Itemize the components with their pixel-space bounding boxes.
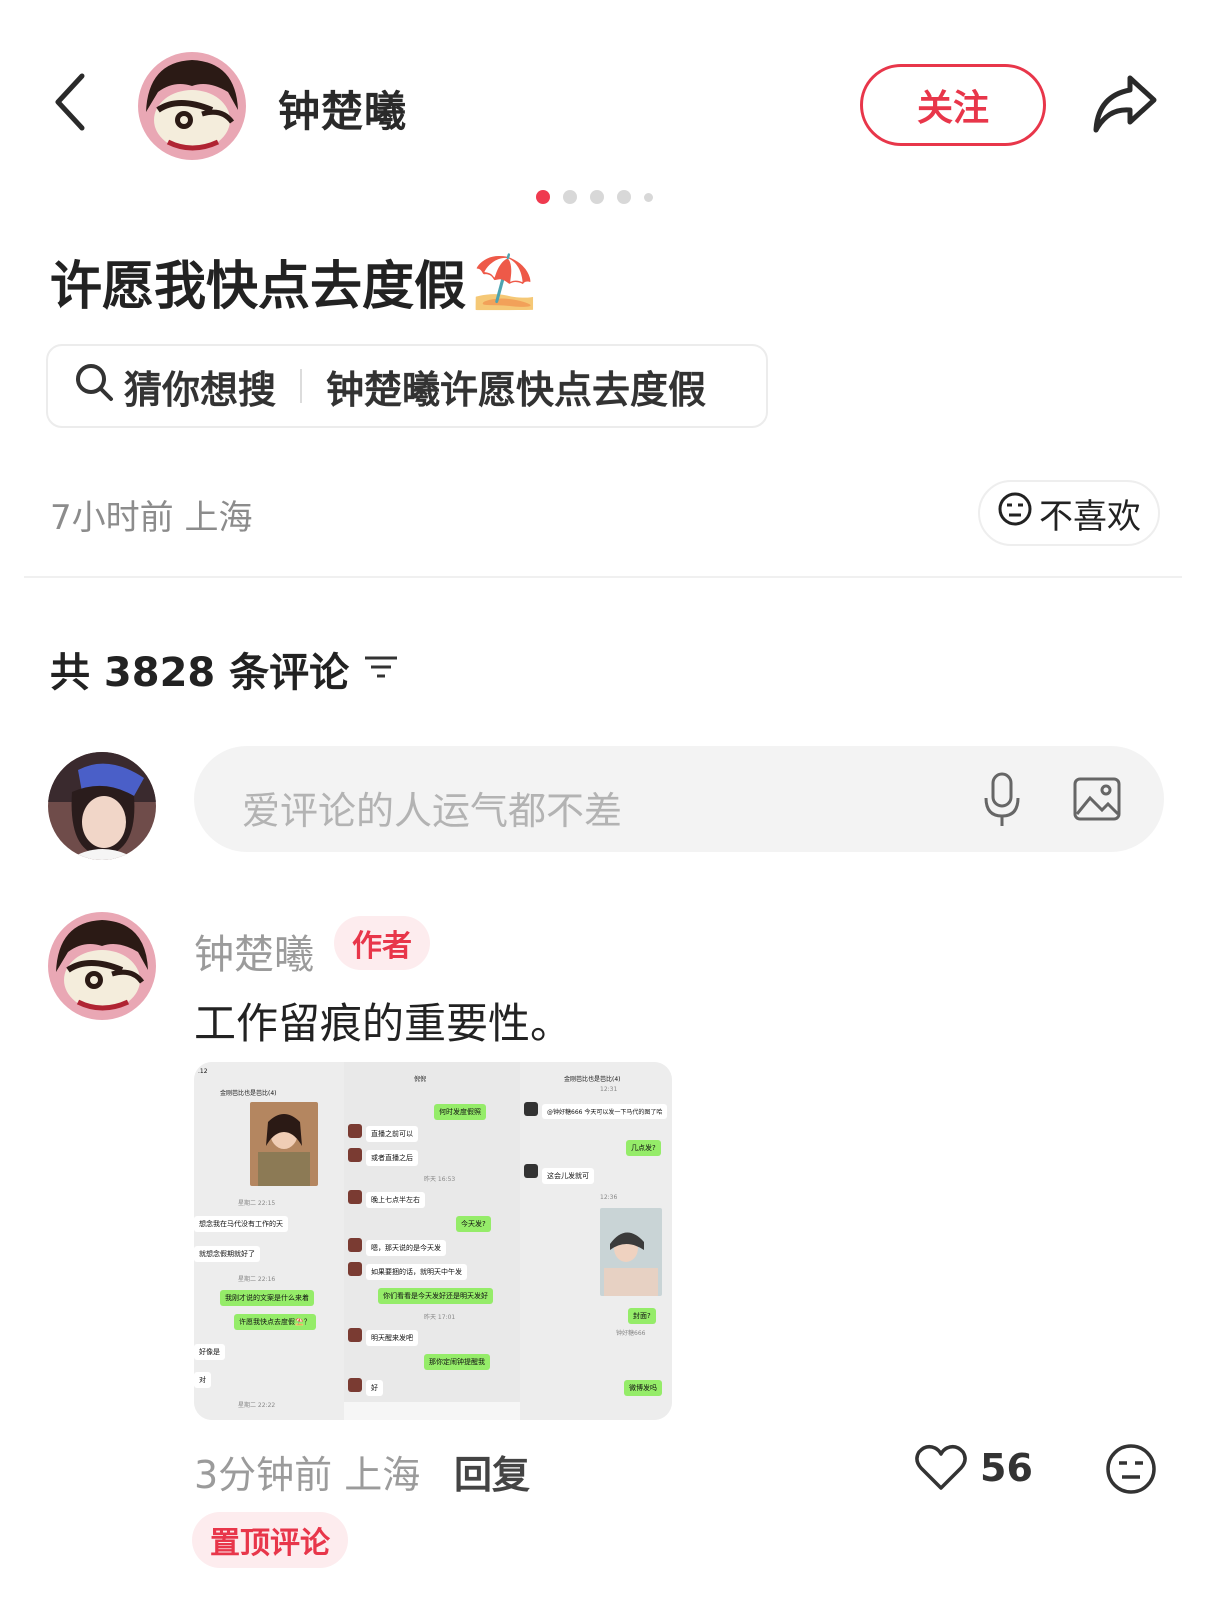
commenter-avatar[interactable] xyxy=(48,912,156,1020)
chat-bubble: 我刚才说的文案是什么来着 xyxy=(220,1290,314,1306)
comment-meta: 3分钟前 上海 xyxy=(194,1453,421,1497)
chat-time: 12:36 xyxy=(600,1194,618,1201)
chat-bubble: 好像是 xyxy=(194,1344,225,1360)
chat-avatar xyxy=(348,1124,362,1138)
chat-bubble: 如果要捆的话，就明天中午发 xyxy=(366,1264,467,1280)
reply-button[interactable]: 回复 xyxy=(454,1444,530,1499)
carousel-dot xyxy=(590,190,604,204)
chat-bubble: 这会儿发就可 xyxy=(542,1168,594,1184)
post-title: 许愿我快点去度假 ⛱️ xyxy=(50,244,537,319)
share-icon[interactable] xyxy=(1090,70,1160,136)
chat-photo xyxy=(600,1208,662,1296)
mic-icon[interactable] xyxy=(982,772,1022,828)
comment-input-placeholder[interactable]: 爱评论的人运气都不差 xyxy=(242,780,622,835)
chat-avatar xyxy=(524,1102,538,1116)
chat-avatar xyxy=(348,1378,362,1392)
beach-umbrella-emoji: ⛱️ xyxy=(472,252,537,312)
chat-avatar xyxy=(348,1148,362,1162)
chat-pane-right: 金刚芭比也是芭比(4) 12:31 @钟好糖666 今天可以发一下马代的图了哈 … xyxy=(520,1062,672,1420)
image-icon[interactable] xyxy=(1072,774,1122,824)
chat-bubble: 今天发? xyxy=(456,1216,491,1232)
carousel-dot xyxy=(536,190,550,204)
chat-pane-middle: 倪倪 何时发度假照 直播之前可以 或者直播之后 昨天 16:53 晚上七点半左右… xyxy=(344,1062,520,1420)
dislike-label: 不喜欢 xyxy=(1039,496,1141,537)
chat-bubble: 几点发? xyxy=(626,1140,661,1156)
chat-title: 倪倪 xyxy=(414,1076,427,1083)
chat-bubble: 你们看看是今天发好还是明天发好 xyxy=(378,1288,493,1304)
chat-avatar xyxy=(348,1328,362,1342)
pinned-comment-badge: 置顶评论 xyxy=(192,1512,348,1568)
chat-bubble: 想念我在马代没有工作的天 xyxy=(194,1216,288,1232)
chat-time: 昨天 17:01 xyxy=(424,1314,456,1321)
chat-input-bar xyxy=(344,1402,520,1420)
post-meta: 7小时前 上海 xyxy=(50,498,253,538)
comment-count: 共 3828 条评论 xyxy=(50,640,399,698)
heart-icon[interactable] xyxy=(914,1442,968,1492)
chat-title: 金刚芭比也是芭比(4) xyxy=(220,1090,277,1097)
chat-bubble: 晚上七点半左右 xyxy=(366,1192,425,1208)
dislike-face-icon[interactable] xyxy=(1104,1442,1158,1496)
comment-count-label: 共 3828 条评论 xyxy=(50,650,350,696)
chat-bubble: 那你定闹钟提醒我 xyxy=(424,1354,490,1370)
author-name[interactable]: 钟楚曦 xyxy=(278,78,407,139)
chat-bubble: @钟好糖666 今天可以发一下马代的图了哈 xyxy=(542,1104,668,1119)
chat-bubble: 封面? xyxy=(628,1308,656,1324)
search-icon xyxy=(74,362,114,411)
chat-time: 星期二 22:15 xyxy=(238,1200,276,1207)
search-suggestion[interactable]: 猜你想搜 钟楚曦许愿快点去度假 xyxy=(46,344,768,428)
post-title-text: 许愿我快点去度假 xyxy=(50,257,467,317)
chat-title: 金刚芭比也是芭比(4) xyxy=(564,1076,621,1083)
carousel-dot xyxy=(563,190,577,204)
dislike-button[interactable]: 不喜欢 xyxy=(978,480,1160,546)
comment-text: 工作留痕的重要性。 xyxy=(194,999,573,1048)
chat-time: 昨天 16:53 xyxy=(424,1176,456,1183)
chat-bubble: 直播之前可以 xyxy=(366,1126,418,1142)
chat-bubble: 就想念假期就好了 xyxy=(194,1246,260,1262)
author-badge: 作者 xyxy=(334,916,430,970)
divider xyxy=(300,369,303,403)
chat-bubble: 好 xyxy=(366,1380,383,1396)
back-arrow-icon[interactable] xyxy=(48,70,92,134)
search-suggestion-prefix: 猜你想搜 xyxy=(124,367,277,412)
chat-bubble: 对 xyxy=(194,1372,211,1388)
chat-time: 星期二 22:16 xyxy=(238,1276,276,1283)
chat-avatar xyxy=(348,1190,362,1204)
section-divider xyxy=(24,576,1182,578)
chat-avatar xyxy=(348,1238,362,1252)
chat-bubble: 嗯，那天说的是今天发 xyxy=(366,1240,446,1256)
chat-sender: 钟好糖666 xyxy=(616,1330,646,1337)
chat-bubble: 明天醒来发吧 xyxy=(366,1330,418,1346)
dislike-face-icon xyxy=(997,491,1033,536)
like-count: 56 xyxy=(980,1446,1033,1490)
comment-image[interactable]: .12 金刚芭比也是芭比(4) 星期二 22:15 想念我在马代没有工作的天 就… xyxy=(194,1062,672,1420)
chat-time: 12:31 xyxy=(600,1086,618,1093)
carousel-dot xyxy=(644,192,653,202)
chat-avatar xyxy=(348,1262,362,1276)
status-time: .12 xyxy=(198,1068,208,1075)
chat-photo xyxy=(250,1102,318,1186)
chat-bubble: 许愿我快点去度假⛱️？ xyxy=(234,1314,316,1330)
follow-button[interactable]: 关注 xyxy=(860,64,1046,146)
search-suggestion-query: 钟楚曦许愿快点去度假 xyxy=(326,367,707,412)
my-avatar[interactable] xyxy=(48,752,156,860)
carousel-indicator xyxy=(536,190,653,204)
chat-pane-left: .12 金刚芭比也是芭比(4) 星期二 22:15 想念我在马代没有工作的天 就… xyxy=(194,1062,344,1420)
author-avatar[interactable] xyxy=(138,52,246,160)
chat-time: 星期二 22:22 xyxy=(238,1402,276,1409)
chat-bubble: 何时发度假照 xyxy=(434,1104,486,1120)
carousel-dot xyxy=(617,190,631,204)
chat-avatar xyxy=(524,1164,538,1178)
commenter-name[interactable]: 钟楚曦 xyxy=(194,922,314,980)
chat-bubble: 或者直播之后 xyxy=(366,1150,418,1166)
chat-bubble: 微博发吗 xyxy=(624,1380,662,1396)
filter-icon[interactable] xyxy=(363,646,399,692)
